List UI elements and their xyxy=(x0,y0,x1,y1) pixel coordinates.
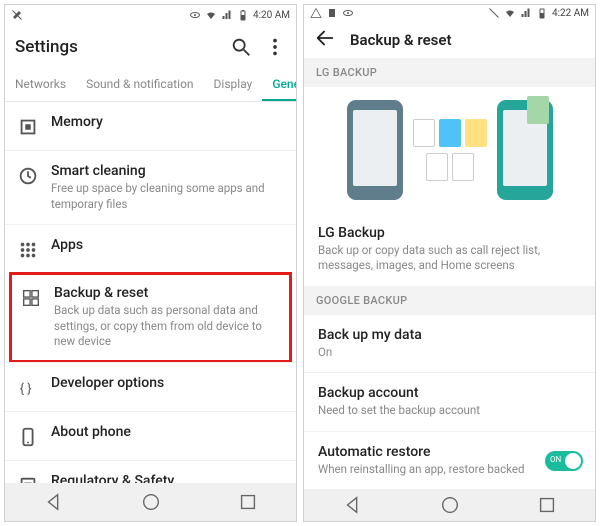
search-icon xyxy=(230,36,252,58)
nav-bar xyxy=(5,483,296,521)
row-sub: Need to set the backup account xyxy=(318,403,583,419)
nav-home[interactable] xyxy=(439,494,461,516)
row-title: Memory xyxy=(51,114,284,130)
battery-icon xyxy=(536,7,548,19)
app-bar: Settings xyxy=(5,25,296,69)
row-title: About phone xyxy=(51,424,284,440)
row-sub: Free up space by cleaning some apps and … xyxy=(51,181,284,212)
row-sub: Back up data such as personal data and s… xyxy=(54,303,281,350)
row-sub: When reinstalling an app, restore backed xyxy=(318,462,533,478)
row-title: Automatic restore xyxy=(318,444,533,460)
eye-icon xyxy=(189,9,201,21)
row-about-phone[interactable]: About phone xyxy=(5,411,296,460)
regulatory-icon xyxy=(17,475,39,483)
row-memory[interactable]: Memory xyxy=(5,102,296,150)
smart-cleaning-icon xyxy=(17,165,39,187)
about-phone-icon xyxy=(17,426,39,448)
row-title: LG Backup xyxy=(318,225,583,241)
overflow-button[interactable] xyxy=(264,36,286,58)
row-backup-account[interactable]: Backup account Need to set the backup ac… xyxy=(304,372,595,431)
row-sub: Back up or copy data such as call reject… xyxy=(318,243,583,274)
memory-icon xyxy=(17,116,39,138)
row-title: Back up my data xyxy=(318,327,583,343)
row-title: Smart cleaning xyxy=(51,163,284,179)
screen-backup-reset: 4:22 AM Backup & reset LG BACKUP xyxy=(303,4,596,522)
status-bar: 4:22 AM xyxy=(304,5,595,22)
automatic-restore-toggle[interactable]: ON xyxy=(545,451,583,471)
doc-icon xyxy=(413,119,435,147)
tab-general[interactable]: General xyxy=(262,69,297,101)
row-regulatory[interactable]: Regulatory & Safety xyxy=(5,460,296,483)
signal-icon xyxy=(520,7,532,19)
doc-icon xyxy=(452,153,474,181)
tab-display[interactable]: Display xyxy=(204,69,263,101)
search-button[interactable] xyxy=(230,36,252,58)
developer-icon: { } xyxy=(17,377,39,399)
signal-icon xyxy=(221,9,233,21)
more-vert-icon xyxy=(264,36,286,58)
sd-icon xyxy=(326,7,338,19)
nav-home[interactable] xyxy=(140,491,162,513)
nav-recent[interactable] xyxy=(237,491,259,513)
status-time: 4:22 AM xyxy=(552,8,589,19)
battery-icon xyxy=(237,9,249,21)
device-old-icon xyxy=(347,100,403,200)
tab-networks[interactable]: Networks xyxy=(5,69,76,101)
backup-reset-icon xyxy=(20,287,42,309)
screen-settings: 4:20 AM Settings Networks Sound & notifi… xyxy=(4,4,297,522)
settings-list[interactable]: Memory Smart cleaning Free up space by c… xyxy=(5,102,296,483)
row-lg-backup[interactable]: LG Backup Back up or copy data such as c… xyxy=(304,213,595,286)
nav-back[interactable] xyxy=(342,494,364,516)
mute-icon xyxy=(11,9,23,21)
section-lg-backup: LG BACKUP xyxy=(304,58,595,87)
row-smart-cleaning[interactable]: Smart cleaning Free up space by cleaning… xyxy=(5,150,296,224)
warning-icon xyxy=(310,7,322,19)
nav-back[interactable] xyxy=(43,491,65,513)
row-title: Backup account xyxy=(318,385,583,401)
section-google-backup: GOOGLE BACKUP xyxy=(304,286,595,315)
row-apps[interactable]: Apps xyxy=(5,224,296,273)
nav-recent[interactable] xyxy=(536,494,558,516)
row-sub: On xyxy=(318,345,583,361)
row-automatic-restore[interactable]: Automatic restore When reinstalling an a… xyxy=(304,431,595,490)
page-title: Backup & reset xyxy=(350,31,451,49)
doc-icon xyxy=(426,153,448,181)
row-title: Developer options xyxy=(51,375,284,391)
tab-sound[interactable]: Sound & notification xyxy=(76,69,203,101)
doc-blue-icon xyxy=(439,119,461,147)
row-title: Apps xyxy=(51,237,284,253)
row-title: Backup & reset xyxy=(54,285,281,301)
apps-icon xyxy=(17,239,39,261)
status-bar: 4:20 AM xyxy=(5,5,296,25)
doc-yellow-icon xyxy=(465,119,487,147)
arrow-back-icon xyxy=(314,27,336,49)
row-title: Regulatory & Safety xyxy=(51,473,284,483)
wifi-icon xyxy=(205,9,217,21)
mute-icon xyxy=(488,7,500,19)
row-back-up-my-data[interactable]: Back up my data On xyxy=(304,315,595,373)
svg-text:{ }: { } xyxy=(20,381,32,396)
toggle-label: ON xyxy=(550,455,561,464)
settings-tabs: Networks Sound & notification Display Ge… xyxy=(5,69,296,101)
wifi-icon xyxy=(504,7,516,19)
doc-green-icon xyxy=(527,96,549,124)
page-title: Settings xyxy=(15,37,218,57)
row-developer-options[interactable]: { } Developer options xyxy=(5,362,296,411)
app-bar: Backup & reset xyxy=(304,22,595,59)
lg-backup-illustration xyxy=(304,87,595,212)
status-time: 4:20 AM xyxy=(253,10,290,21)
eye-icon xyxy=(342,7,354,19)
back-button[interactable] xyxy=(314,27,336,53)
nav-bar xyxy=(304,489,595,521)
row-backup-reset[interactable]: Backup & reset Back up data such as pers… xyxy=(9,272,292,363)
